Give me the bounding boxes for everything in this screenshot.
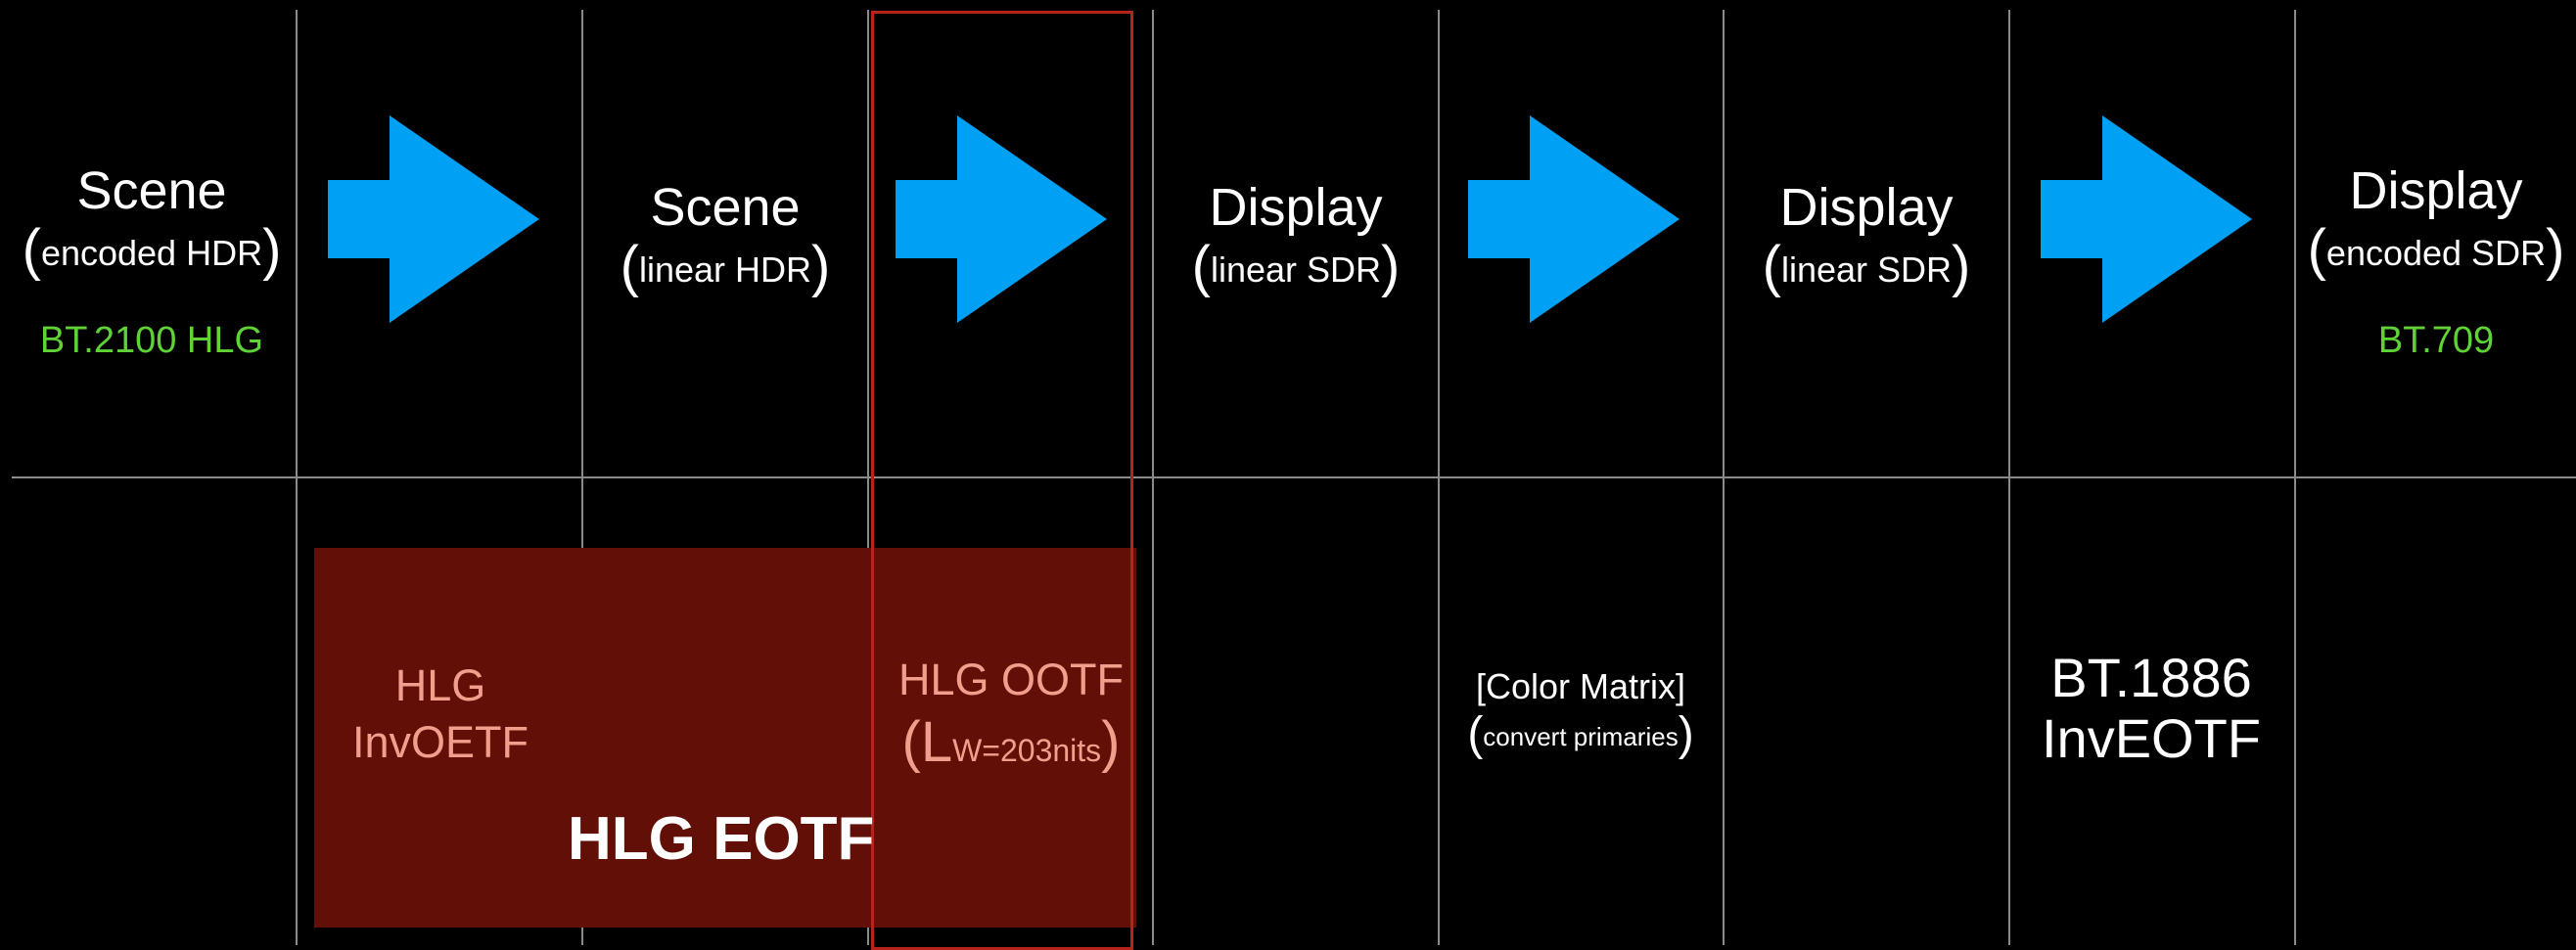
stage-title: Scene xyxy=(650,178,801,237)
stage-scene-encoded-hdr: Scene (encoded HDR) BT.2100 HLG xyxy=(0,160,303,362)
hlg-inv-oetf-label: HLG InvOETF xyxy=(351,660,529,767)
stage-display-linear-sdr-2: Display (linear SDR) xyxy=(1725,177,2008,299)
arrow-right-icon xyxy=(2041,115,2252,323)
row-divider xyxy=(12,476,2576,478)
stage-subtitle: linear SDR xyxy=(1780,249,1953,290)
stage-format: BT.709 xyxy=(2377,320,2495,361)
arrow-right-icon xyxy=(328,115,539,323)
color-matrix-label: [Color Matrix] (convert primaries) xyxy=(1467,666,1694,760)
arrow-right-icon xyxy=(1468,115,1679,323)
stage-scene-linear-hdr: Scene (linear HDR) xyxy=(583,177,867,299)
hlg-ootf-label: HLG OOTF (LW=203nits) xyxy=(897,655,1124,774)
stage-subtitle: linear HDR xyxy=(638,249,812,290)
stage-title: Display xyxy=(1209,178,1383,237)
stage-display-linear-sdr: Display (linear SDR) xyxy=(1154,177,1438,299)
stage-title: Scene xyxy=(76,161,227,220)
stage-subtitle: encoded HDR xyxy=(40,233,263,273)
hlg-eotf-label: HLG EOTF xyxy=(568,805,875,873)
arrow-right-icon xyxy=(896,115,1107,323)
stage-title: Display xyxy=(2349,161,2523,220)
stage-subtitle: encoded SDR xyxy=(2325,233,2547,273)
stage-display-encoded-sdr: Display (encoded SDR) BT.709 xyxy=(2296,160,2576,362)
stage-subtitle: linear SDR xyxy=(1210,249,1382,290)
stage-format: BT.2100 HLG xyxy=(39,320,264,361)
stage-title: Display xyxy=(1779,178,1954,237)
bt1886-inv-eotf-label: BT.1886 InvEOTF xyxy=(2041,647,2262,769)
